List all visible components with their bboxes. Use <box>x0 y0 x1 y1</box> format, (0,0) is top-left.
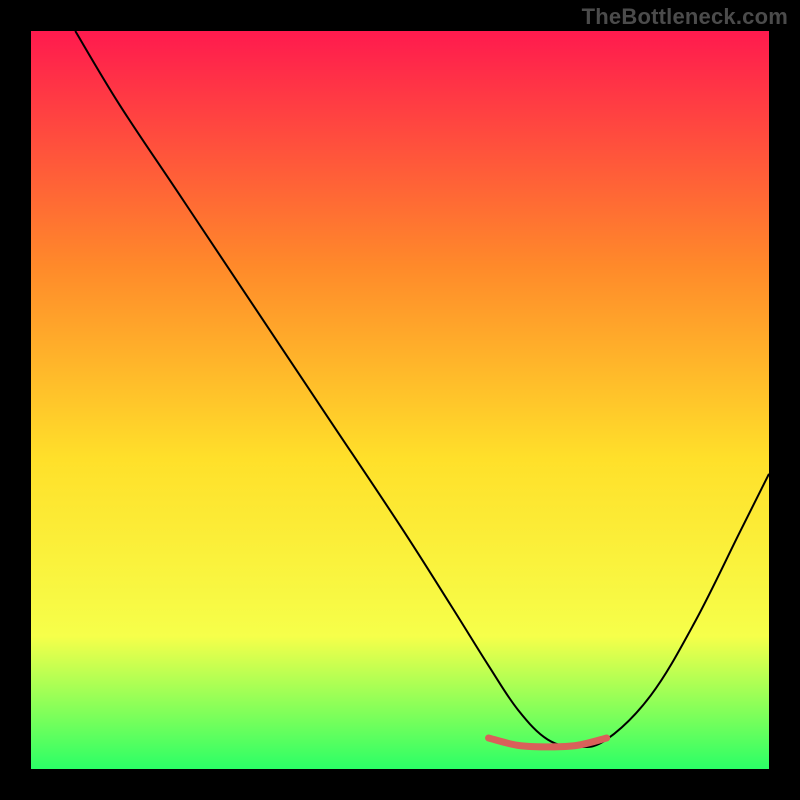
watermark-text: TheBottleneck.com <box>582 4 788 30</box>
chart-container: { "watermark": "TheBottleneck.com", "cha… <box>0 0 800 800</box>
bottleneck-chart <box>0 0 800 800</box>
plot-background <box>31 31 769 769</box>
